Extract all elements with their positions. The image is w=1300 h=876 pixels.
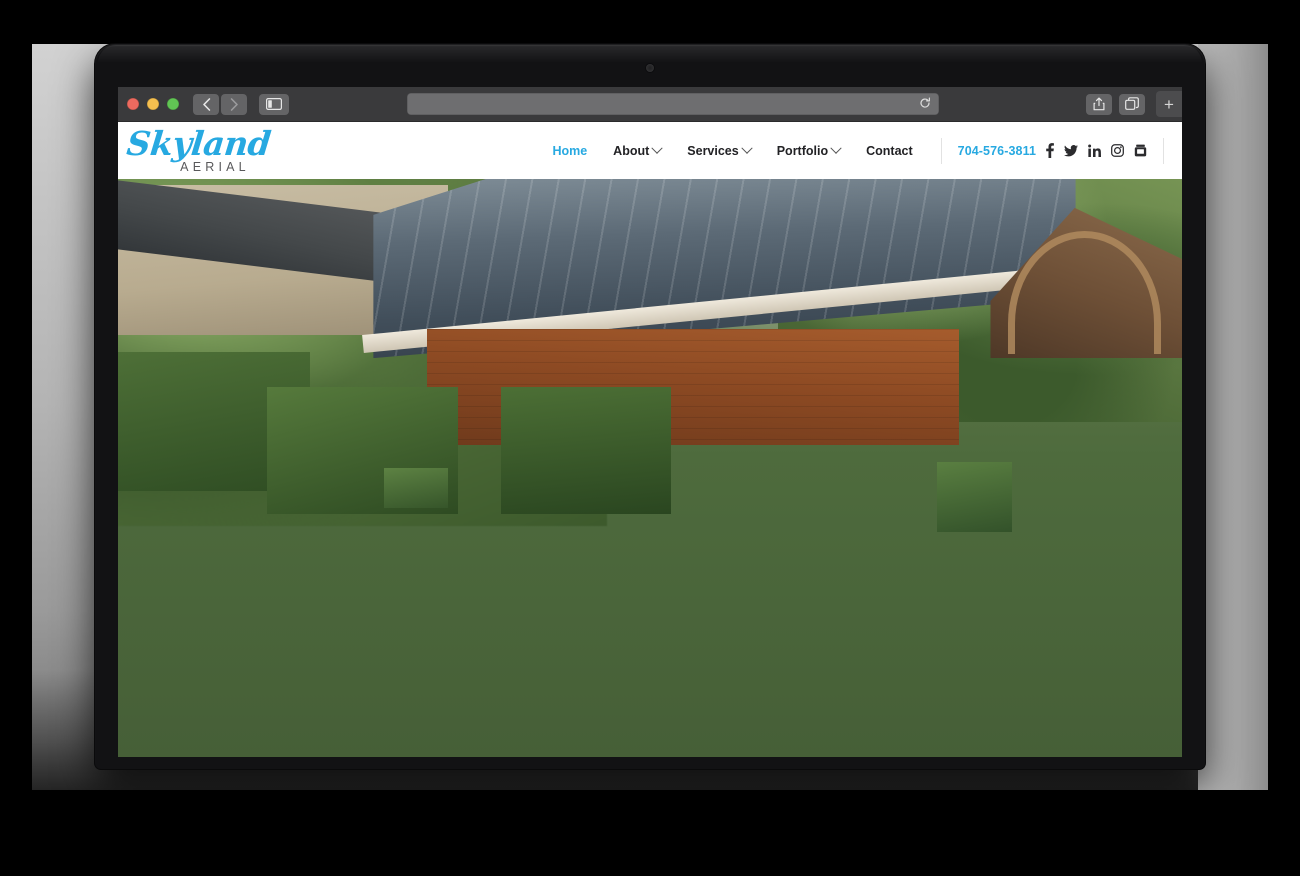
facebook-icon[interactable]	[1046, 143, 1054, 158]
chevron-down-icon	[830, 142, 842, 154]
nav-label-about: About	[613, 143, 650, 158]
boulder-medium	[288, 503, 405, 555]
red-flowers	[448, 508, 576, 543]
webcam-icon	[646, 64, 654, 72]
urn-planter-center	[794, 607, 858, 699]
backdrop-right-shade	[1198, 44, 1268, 790]
sofa-cushion	[1001, 485, 1086, 502]
twitter-icon[interactable]	[1064, 144, 1078, 157]
nav-label-home: Home	[552, 143, 588, 158]
social-links	[1046, 143, 1147, 158]
header-contact-social: 704-576-3811	[940, 137, 1164, 164]
boulder-small	[118, 514, 214, 554]
table-planter-bowl	[1097, 506, 1145, 523]
nav-item-about[interactable]: About	[613, 142, 663, 158]
main-navigation: Home About Services Portfolio Contact	[552, 142, 913, 158]
cedar-wall-right	[863, 318, 991, 445]
close-button[interactable]	[127, 98, 139, 110]
address-bar[interactable]	[407, 93, 939, 115]
reload-icon[interactable]	[919, 97, 931, 112]
sidebar-toggle-icon[interactable]	[259, 93, 289, 115]
new-tab-button[interactable]: +	[1156, 91, 1182, 117]
nav-item-home[interactable]: Home	[552, 144, 587, 158]
hedge-right-of-spruce	[501, 387, 672, 515]
chevron-down-icon	[741, 142, 753, 154]
instagram-icon[interactable]	[1111, 144, 1124, 157]
nav-item-contact[interactable]: Contact	[866, 144, 913, 158]
website-content: Skyland AERIAL Home About Services Portf…	[118, 122, 1182, 757]
nav-item-portfolio[interactable]: Portfolio	[776, 142, 842, 158]
laptop-mockup: + Skyland AERIAL Home About Services Por…	[95, 44, 1205, 769]
lounge-cushion	[1139, 503, 1182, 526]
browser-chrome: +	[118, 87, 1182, 122]
back-button[interactable]	[193, 93, 219, 115]
logo-wordmark: Skyland	[125, 123, 273, 163]
forward-button[interactable]	[221, 93, 247, 115]
shrub-right-edge	[937, 462, 1012, 532]
chevron-down-icon	[651, 142, 663, 154]
youtube-icon[interactable]	[1134, 144, 1147, 157]
tabs-overview-icon[interactable]	[1119, 93, 1145, 115]
laptop-screen: + Skyland AERIAL Home About Services Por…	[118, 87, 1182, 757]
navigation-buttons	[193, 93, 247, 115]
window-controls	[127, 98, 179, 110]
hero-image	[118, 179, 1182, 757]
nav-item-services[interactable]: Services	[687, 142, 753, 158]
share-icon[interactable]	[1086, 93, 1112, 115]
phone-link[interactable]: 704-576-3811	[958, 144, 1036, 158]
nav-label-portfolio: Portfolio	[776, 143, 829, 158]
chrome-right-actions: +	[1086, 91, 1182, 117]
red-flowers	[129, 399, 203, 428]
header-divider	[1163, 137, 1164, 164]
minimize-button[interactable]	[147, 98, 159, 110]
nav-label-contact: Contact	[866, 143, 913, 158]
linkedin-icon[interactable]	[1088, 144, 1101, 157]
site-logo[interactable]: Skyland AERIAL	[125, 124, 272, 174]
nav-label-services: Services	[687, 143, 739, 158]
site-header: Skyland AERIAL Home About Services Portf…	[118, 122, 1182, 179]
zoom-button[interactable]	[167, 98, 179, 110]
screenshot-stage: + Skyland AERIAL Home About Services Por…	[0, 0, 1300, 876]
